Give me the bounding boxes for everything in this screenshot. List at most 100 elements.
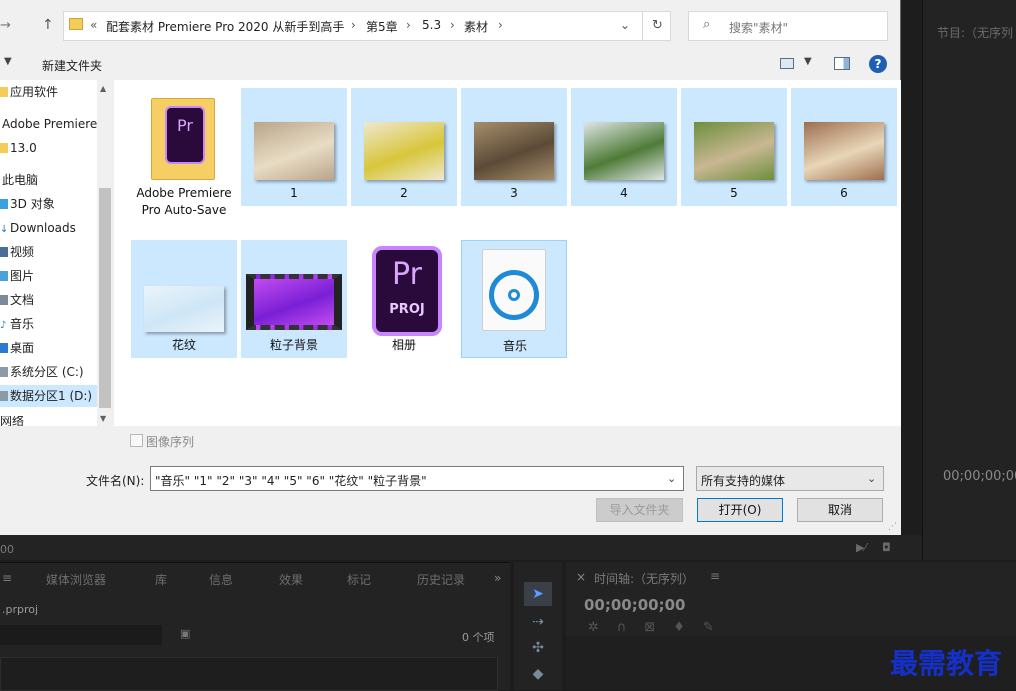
import-dialog: → ↑ « 配套素材 Premiere Pro 2020 从新手到高手 › 第5… [0, 0, 901, 535]
file-item-selected[interactable]: 4 [571, 88, 677, 206]
file-item-selected[interactable]: 粒子背景 [241, 240, 347, 358]
video-icon [0, 247, 8, 257]
file-item-focused[interactable]: 音乐 [461, 240, 567, 358]
nav-item-label: 图片 [10, 269, 35, 283]
filename-label: 文件名(N): [86, 474, 145, 488]
program-timecode: 00;00;00;00 [943, 469, 1016, 484]
premiere-file-icon: Pr [165, 106, 205, 164]
file-name: 音乐 [502, 339, 527, 353]
view-options-icon[interactable] [780, 58, 794, 69]
nav-item[interactable]: 桌面 [0, 337, 100, 359]
chevron-down-icon[interactable]: ⌄ [667, 472, 676, 485]
breadcrumb-segment[interactable]: 配套素材 Premiere Pro 2020 从新手到高手 [106, 18, 344, 35]
nav-scroll-thumb[interactable] [99, 188, 111, 408]
filetype-value: 所有支持的媒体 [701, 474, 786, 488]
forward-arrow-icon[interactable]: → [0, 18, 11, 33]
project-file-name: .prproj [2, 603, 39, 616]
path-overflow[interactable]: « [90, 18, 97, 32]
file-name: 2 [400, 186, 408, 200]
file-list: Pr Adobe Premiere Pro Auto-Save 1 2 3 4 … [114, 80, 901, 426]
open-button[interactable]: 打开(O) [697, 498, 783, 522]
project-search-input[interactable] [0, 625, 162, 645]
organize-dropdown-icon[interactable]: ▼ [4, 56, 12, 67]
tab-effects[interactable]: 效果 [279, 571, 303, 588]
nav-item[interactable]: 网络 [0, 416, 100, 426]
file-item[interactable]: Pr PROJ 相册 [351, 240, 457, 358]
new-folder-button[interactable]: 新建文件夹 [42, 57, 102, 74]
breadcrumb-segment[interactable]: 素材 [464, 18, 488, 35]
file-name: 1 [290, 186, 298, 200]
timeline-toolbar-icons[interactable]: ✲∩⊠♦✎ [588, 620, 732, 635]
nav-item[interactable]: 此电脑 [0, 169, 100, 191]
cancel-button[interactable]: 取消 [797, 498, 883, 522]
folder-icon [0, 87, 8, 97]
razor-tool-icon[interactable]: ◆ [524, 662, 552, 686]
timeline-menu-icon[interactable]: ≡ [710, 569, 720, 583]
divider [642, 12, 643, 40]
help-icon[interactable]: ? [869, 55, 887, 73]
ripple-edit-tool-icon[interactable]: ✣ [524, 636, 552, 660]
nav-item-selected[interactable]: 数据分区1 (D:) [0, 385, 100, 407]
project-list-area[interactable] [0, 657, 498, 691]
track-select-tool-icon[interactable]: ⇢ [524, 610, 552, 634]
nav-item-label: Adobe Premiere [2, 117, 98, 131]
music-icon: ♪ [0, 320, 7, 331]
resize-grip-icon[interactable]: ⋰ [888, 522, 897, 532]
pr-label: Pr [392, 257, 422, 292]
file-name: 3 [510, 186, 518, 200]
nav-item[interactable]: ♪ 音乐 [0, 313, 100, 335]
close-timeline-icon[interactable]: × [576, 570, 586, 584]
view-dropdown-icon[interactable]: ▼ [804, 56, 812, 67]
camera-icon[interactable]: ◘ [882, 541, 891, 554]
more-tabs-icon[interactable]: » [494, 571, 501, 585]
tab-history[interactable]: 历史记录 [417, 571, 465, 588]
file-item-selected[interactable]: 2 [351, 88, 457, 206]
nav-item[interactable]: 3D 对象 [0, 193, 100, 215]
nav-item[interactable]: 图片 [0, 265, 100, 287]
file-item[interactable]: Pr Adobe Premiere Pro Auto-Save [131, 88, 237, 242]
search-input[interactable]: ⌕ 搜索"素材" [688, 11, 888, 41]
export-frame-icon[interactable]: ▶⁄ [856, 541, 866, 554]
file-item-selected[interactable]: 3 [461, 88, 567, 206]
image-thumbnail [144, 286, 224, 332]
tab-libraries[interactable]: 库 [155, 571, 167, 588]
nav-item[interactable]: 文档 [0, 289, 100, 311]
address-bar[interactable]: « 配套素材 Premiere Pro 2020 从新手到高手 › 第5章 › … [63, 11, 671, 41]
panel-menu-icon[interactable]: ≡ [2, 571, 12, 585]
scroll-up-icon[interactable]: ▲ [100, 84, 106, 93]
breadcrumb-segment[interactable]: 5.3 [422, 18, 441, 32]
tab-markers[interactable]: 标记 [347, 571, 371, 588]
selection-tool-icon[interactable]: ➤ [524, 582, 552, 606]
nav-item[interactable]: 视频 [0, 241, 100, 263]
file-item-selected[interactable]: 5 [681, 88, 787, 206]
scroll-down-icon[interactable]: ▼ [100, 414, 106, 423]
breadcrumb-segment[interactable]: 第5章 [366, 18, 398, 35]
nav-item[interactable]: 系统分区 (C:) [0, 361, 100, 383]
chevron-right-icon: › [450, 18, 455, 32]
nav-item[interactable]: ↓ Downloads [0, 217, 100, 239]
file-item-selected[interactable]: 6 [791, 88, 897, 206]
nav-item[interactable]: Adobe Premiere [0, 113, 100, 135]
up-arrow-icon[interactable]: ↑ [42, 17, 54, 33]
file-item-selected[interactable]: 花纹 [131, 240, 237, 358]
image-sequence-checkbox[interactable] [130, 434, 143, 447]
preview-pane-icon[interactable] [834, 57, 850, 70]
import-folder-button[interactable]: 导入文件夹 [596, 498, 683, 522]
tab-info[interactable]: 信息 [209, 571, 233, 588]
chevron-down-icon[interactable]: ⌄ [620, 18, 630, 32]
nav-item[interactable]: 应用软件 [0, 81, 100, 103]
bin-search-icon[interactable]: ▣ [180, 627, 190, 640]
image-thumbnail [474, 122, 554, 180]
disc-center-icon [508, 289, 520, 301]
nav-item-label: 网络 [0, 416, 25, 426]
video-thumbnail [246, 274, 342, 330]
nav-item-label: 系统分区 (C:) [10, 365, 84, 379]
filename-input[interactable]: "音乐" "1" "2" "3" "4" "5" "6" "花纹" "粒子背景"… [150, 466, 684, 491]
filetype-select[interactable]: 所有支持的媒体 ⌄ [696, 466, 884, 491]
refresh-icon[interactable]: ↻ [652, 18, 663, 33]
chevron-down-icon: ⌄ [867, 472, 877, 485]
tab-media-browser[interactable]: 媒体浏览器 [46, 571, 106, 588]
file-item-selected[interactable]: 1 [241, 88, 347, 206]
nav-item[interactable]: 13.0 [0, 137, 100, 159]
drive-icon [0, 367, 8, 377]
